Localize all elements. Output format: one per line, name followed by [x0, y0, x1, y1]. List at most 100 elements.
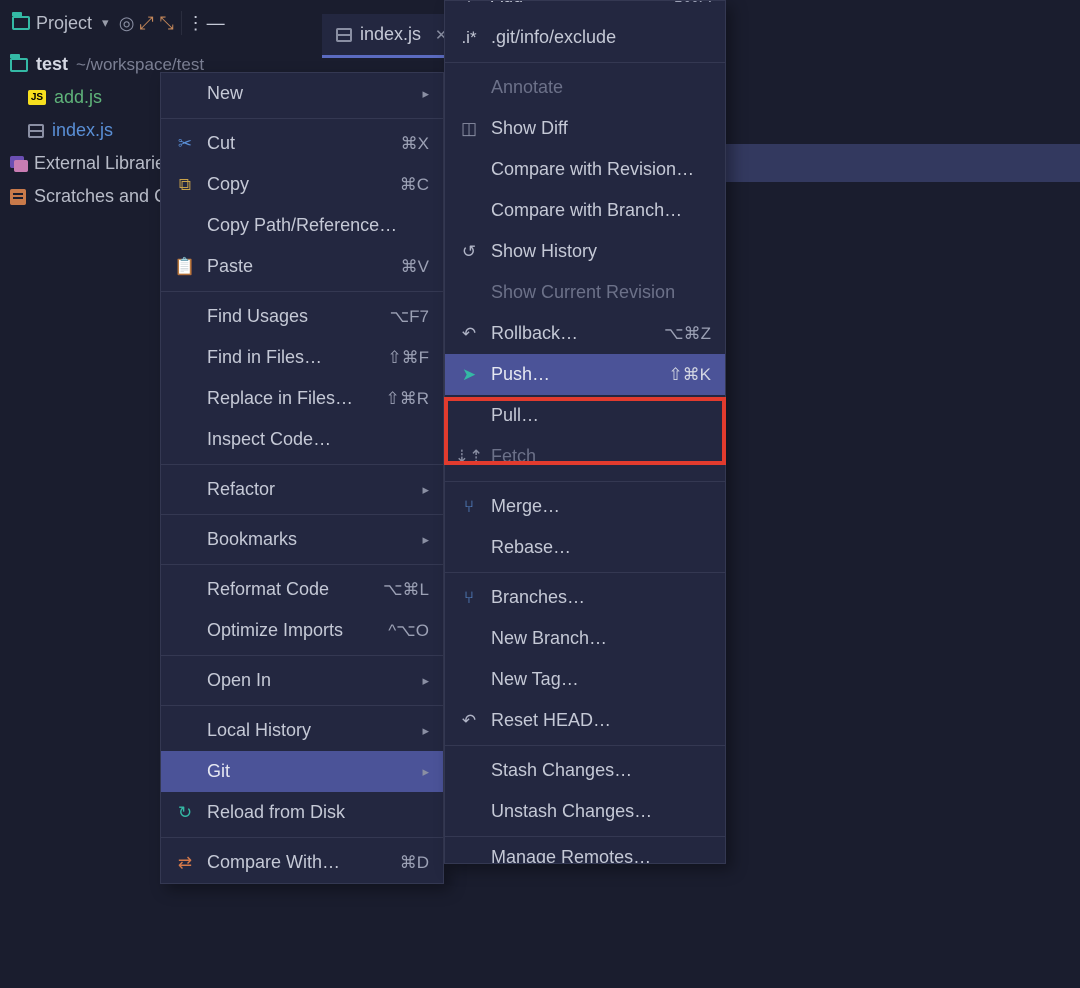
- menu-item-optimize-imports[interactable]: Optimize Imports^⌥O: [161, 610, 443, 651]
- menu-item-bookmarks[interactable]: Bookmarks ▸: [161, 519, 443, 560]
- menu-item-refactor[interactable]: Refactor▸: [161, 469, 443, 510]
- git-menu-item-compare-with-branch[interactable]: Compare with Branch…: [445, 190, 725, 231]
- more-icon[interactable]: ⋮: [186, 13, 206, 33]
- rollback-icon: ↶: [459, 324, 479, 344]
- menu-shortcut: ⌘X: [401, 134, 429, 154]
- menu-item-copy-path-reference[interactable]: Copy Path/Reference…: [161, 205, 443, 246]
- editor-tabs: index.js ✕: [322, 14, 462, 58]
- menu-item-replace-in-files[interactable]: Replace in Files…⇧⌘R: [161, 378, 443, 419]
- orange-icon: ⇄: [175, 853, 195, 873]
- diff-icon: ◫: [459, 119, 479, 139]
- project-dropdown[interactable]: Project ▾: [4, 9, 117, 38]
- menu-item-compare-with[interactable]: ⇄Compare With…⌘D: [161, 842, 443, 883]
- menu-item-open-in[interactable]: Open In▸: [161, 660, 443, 701]
- collapse-icon[interactable]: ⤡: [157, 13, 177, 33]
- menu-divider: [161, 705, 443, 706]
- branch-icon: ⑂: [459, 588, 479, 608]
- menu-item-cut[interactable]: ✂Cut⌘X: [161, 123, 443, 164]
- submenu-arrow-icon: ▸: [422, 532, 429, 548]
- menu-item-copy[interactable]: ⧉Copy⌘C: [161, 164, 443, 205]
- expand-icon[interactable]: ⤢: [137, 13, 157, 33]
- git-menu-item-fetch: ⇣⇡Fetch: [445, 436, 725, 477]
- menu-shortcut: ⌥F7: [390, 307, 429, 327]
- menu-item-label: Reset HEAD…: [491, 710, 611, 731]
- menu-divider: [161, 837, 443, 838]
- git-menu-item-unstash-changes[interactable]: Unstash Changes…: [445, 791, 725, 832]
- menu-item-label: Bookmarks: [207, 529, 297, 550]
- submenu-arrow-icon: ▸: [422, 723, 429, 739]
- menu-shortcut: ⌥⌘L: [383, 580, 429, 600]
- paste-icon: 📋: [175, 257, 195, 277]
- chevron-down-icon: ▾: [102, 15, 109, 31]
- git-menu-item-push[interactable]: ➤Push…⇧⌘K: [445, 354, 725, 395]
- git-menu-item-add[interactable]: ＋Add⌥⌘A: [445, 1, 725, 17]
- menu-item-new[interactable]: New ▸: [161, 73, 443, 114]
- menu-shortcut: ⌥⌘A: [663, 1, 711, 7]
- editor-selection-stripe: [707, 144, 1080, 182]
- menu-item-inspect-code[interactable]: Inspect Code…: [161, 419, 443, 460]
- libraries-icon: [10, 156, 26, 172]
- git-menu-item-stash-changes[interactable]: Stash Changes…: [445, 750, 725, 791]
- toolbar-separator: [181, 11, 182, 35]
- target-icon[interactable]: ◎: [117, 13, 137, 33]
- git-menu-item-pull[interactable]: Pull…: [445, 395, 725, 436]
- git-menu-item-git-info-exclude[interactable]: .i* .git/info/exclude: [445, 17, 725, 58]
- menu-shortcut: ⌘V: [401, 257, 429, 277]
- menu-item-label: Stash Changes…: [491, 760, 632, 781]
- git-menu-item-branches[interactable]: ⑂Branches…: [445, 577, 725, 618]
- git-menu-item-annotate: Annotate: [445, 67, 725, 108]
- menu-item-label: Git: [207, 761, 230, 782]
- editor-tab-index-js[interactable]: index.js ✕: [322, 14, 462, 58]
- menu-item-label: New Tag…: [491, 669, 579, 690]
- menu-item-paste[interactable]: 📋Paste⌘V: [161, 246, 443, 287]
- menu-shortcut: ⌥⌘Z: [664, 324, 711, 344]
- git-menu-item-compare-with-revision[interactable]: Compare with Revision…: [445, 149, 725, 190]
- git-menu-item-reset-head[interactable]: ↶Reset HEAD…: [445, 700, 725, 741]
- menu-item-label: Reload from Disk: [207, 802, 345, 823]
- fetch-icon: ⇣⇡: [459, 447, 479, 467]
- menu-item-find-in-files[interactable]: Find in Files… ⇧⌘F: [161, 337, 443, 378]
- menu-item-reformat-code[interactable]: Reformat Code ⌥⌘L: [161, 569, 443, 610]
- git-menu-item-rebase[interactable]: Rebase…: [445, 527, 725, 568]
- git-menu-item-merge[interactable]: ⑂Merge…: [445, 486, 725, 527]
- ignore-icon: .i*: [459, 28, 479, 48]
- menu-item-label: Find Usages: [207, 306, 308, 327]
- menu-shortcut: ^⌥O: [388, 621, 429, 641]
- tree-root-name: test: [36, 54, 68, 75]
- git-menu-item-show-diff[interactable]: ◫Show Diff: [445, 108, 725, 149]
- tree-label: External Libraries: [34, 153, 174, 174]
- git-menu-item-new-tag[interactable]: New Tag…: [445, 659, 725, 700]
- menu-item-label: Find in Files…: [207, 347, 322, 368]
- menu-item-local-history[interactable]: Local History▸: [161, 710, 443, 751]
- menu-item-label: Manage Remotes…: [491, 847, 651, 864]
- git-menu-item-rollback[interactable]: ↶Rollback…⌥⌘Z: [445, 313, 725, 354]
- menu-shortcut: ⇧⌘R: [385, 389, 429, 409]
- menu-item-label: Cut: [207, 133, 235, 154]
- git-menu-item-manage-remotes[interactable]: Manage Remotes…: [445, 841, 725, 863]
- menu-item-label: .git/info/exclude: [491, 27, 616, 48]
- menu-item-label: New: [207, 83, 243, 104]
- menu-item-reload-from-disk[interactable]: ↻ Reload from Disk: [161, 792, 443, 833]
- menu-item-label: Refactor: [207, 479, 275, 500]
- history-icon: ↺: [459, 242, 479, 262]
- menu-shortcut: ⇧⌘F: [387, 348, 429, 368]
- git-menu-item-new-branch[interactable]: New Branch…: [445, 618, 725, 659]
- git-menu-item-show-current-revision: Show Current Revision: [445, 272, 725, 313]
- submenu-arrow-icon: ▸: [422, 86, 429, 102]
- menu-divider: [161, 291, 443, 292]
- tree-filename: add.js: [54, 87, 102, 108]
- menu-item-label: Reformat Code: [207, 579, 329, 600]
- refresh-icon: ↻: [175, 803, 195, 823]
- copy-icon: ⧉: [175, 175, 195, 195]
- menu-item-find-usages[interactable]: Find Usages ⌥F7: [161, 296, 443, 337]
- menu-item-git[interactable]: Git▸: [161, 751, 443, 792]
- git-menu-item-show-history[interactable]: ↺Show History: [445, 231, 725, 272]
- menu-divider: [445, 745, 725, 746]
- menu-divider: [445, 836, 725, 837]
- minimize-icon[interactable]: —: [206, 13, 226, 33]
- menu-divider: [161, 464, 443, 465]
- project-label: Project: [36, 13, 92, 34]
- menu-item-label: Rebase…: [491, 537, 571, 558]
- menu-item-label: Copy: [207, 174, 249, 195]
- context-menu: New▸✂Cut⌘X⧉Copy⌘CCopy Path/Reference…📋Pa…: [160, 72, 444, 884]
